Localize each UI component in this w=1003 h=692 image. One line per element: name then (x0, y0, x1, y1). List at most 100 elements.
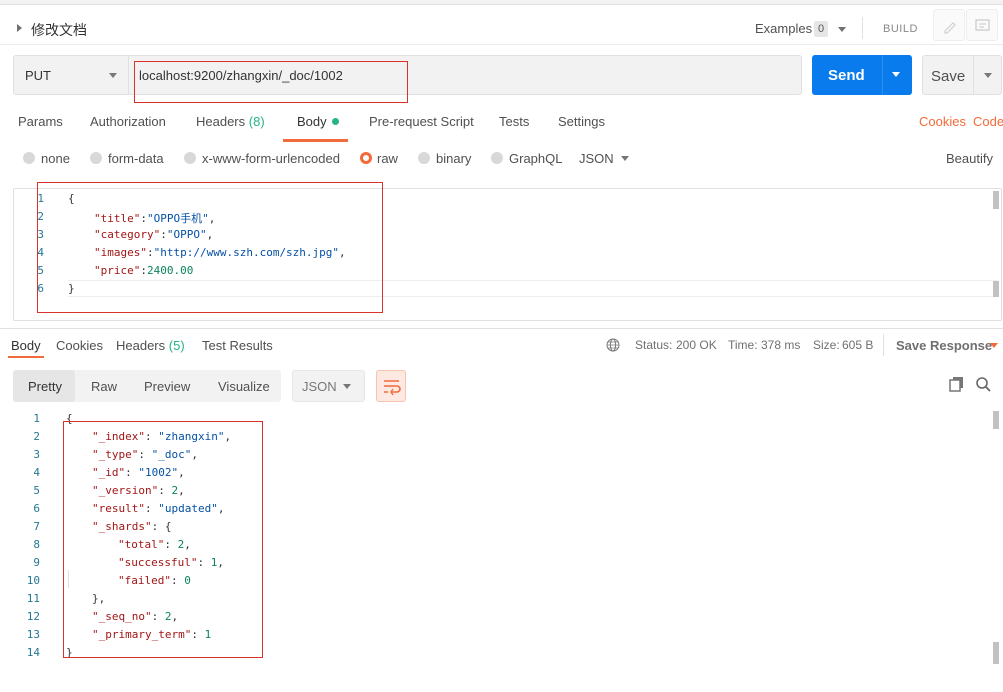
divider (0, 328, 1003, 329)
tab-settings[interactable]: Settings (558, 114, 605, 129)
examples-count-badge: 0 (814, 21, 828, 37)
line-number: 5 (33, 484, 40, 497)
line-number: 3 (33, 448, 40, 461)
beautify-link[interactable]: Beautify (946, 151, 993, 166)
tab-params[interactable]: Params (18, 114, 63, 129)
status-value: 200 OK (676, 338, 717, 352)
annotation-box-request-body (37, 182, 383, 313)
line-number: 13 (26, 628, 40, 641)
cookies-link[interactable]: Cookies (919, 114, 966, 129)
divider (883, 334, 884, 356)
chevron-down-icon (343, 384, 351, 389)
request-name[interactable]: 修改文档 (31, 20, 87, 40)
scrollbar[interactable] (993, 642, 999, 664)
body-indicator-dot (331, 118, 339, 125)
line-number: 14 (26, 646, 40, 659)
headers-count: (8) (248, 114, 265, 129)
chevron-down-icon (109, 73, 117, 78)
view-mode-preview[interactable]: Preview (144, 379, 190, 394)
line-number: 6 (33, 502, 40, 515)
chevron-down-icon[interactable] (892, 72, 900, 77)
wrap-lines-icon (384, 380, 401, 396)
view-mode-visualize[interactable]: Visualize (218, 379, 270, 394)
send-button[interactable]: Send (812, 55, 912, 95)
save-response-button[interactable]: Save Response (896, 338, 992, 353)
response-tab-cookies[interactable]: Cookies (56, 338, 103, 353)
build-button[interactable]: BUILD (883, 23, 918, 35)
response-tab-headers[interactable]: Headers (5) (116, 338, 185, 353)
tab-authorization[interactable]: Authorization (90, 114, 166, 129)
response-format-select[interactable]: JSON (292, 370, 365, 402)
scrollbar[interactable] (993, 411, 999, 429)
radio-form-data-label[interactable]: form-data (108, 151, 164, 166)
line-number: 12 (26, 610, 40, 623)
view-mode-pretty[interactable]: Pretty (28, 379, 62, 394)
annotation-box-url (134, 61, 408, 103)
method-label: PUT (25, 68, 51, 83)
scrollbar[interactable] (993, 191, 999, 209)
chevron-down-icon[interactable] (984, 73, 992, 78)
radio-urlencoded-label[interactable]: x-www-form-urlencoded (202, 151, 340, 166)
radio-binary[interactable] (418, 152, 430, 164)
radio-raw-label[interactable]: raw (377, 151, 398, 166)
response-tab-test-results[interactable]: Test Results (202, 338, 273, 353)
radio-urlencoded[interactable] (184, 152, 196, 164)
line-number: 2 (33, 430, 40, 443)
comment-icon (975, 19, 990, 31)
comments-button[interactable] (966, 9, 998, 41)
time-value: 378 ms (761, 338, 801, 352)
tab-headers-label: Headers (196, 114, 246, 129)
time-label: Time: (728, 338, 758, 352)
view-mode-toggle: Pretty Raw Preview Visualize (13, 370, 281, 402)
chevron-down-icon[interactable] (990, 343, 998, 348)
send-label: Send (828, 67, 865, 84)
search-icon[interactable] (975, 376, 991, 392)
line-number: 1 (33, 412, 40, 425)
response-format-label: JSON (302, 379, 337, 394)
response-tab-headers-label: Headers (116, 338, 166, 353)
line-number: 9 (33, 556, 40, 569)
wrap-lines-button[interactable] (376, 370, 406, 402)
request-title-bar: 修改文档 Examples 0 BUILD (0, 5, 1003, 45)
tab-headers[interactable]: Headers (8) (196, 114, 265, 129)
divider (882, 55, 883, 95)
response-tab-body[interactable]: Body (11, 338, 41, 353)
divider (862, 17, 863, 39)
active-tab-underline (8, 356, 44, 358)
save-label: Save (931, 68, 966, 85)
active-tab-underline (283, 139, 348, 142)
tab-pre-request-script[interactable]: Pre-request Script (369, 114, 474, 129)
annotation-box-response-body (63, 421, 263, 658)
radio-graphql[interactable] (491, 152, 503, 164)
method-select[interactable]: PUT (13, 55, 129, 95)
examples-label[interactable]: Examples (755, 21, 812, 36)
radio-none[interactable] (23, 152, 35, 164)
chevron-down-icon[interactable] (621, 156, 629, 161)
globe-icon[interactable] (605, 337, 621, 353)
status-label: Status: (635, 338, 673, 352)
scrollbar[interactable] (993, 281, 999, 297)
pencil-icon (944, 22, 956, 34)
line-number: 11 (26, 592, 40, 605)
radio-binary-label[interactable]: binary (436, 151, 471, 166)
radio-graphql-label[interactable]: GraphQL (509, 151, 562, 166)
copy-icon[interactable] (949, 376, 965, 392)
line-number: 7 (33, 520, 40, 533)
radio-none-label[interactable]: none (41, 151, 70, 166)
size-value: 605 B (842, 338, 874, 352)
response-headers-count: (5) (168, 338, 185, 353)
body-format-select[interactable]: JSON (579, 151, 614, 166)
divider (973, 56, 974, 94)
tab-tests[interactable]: Tests (499, 114, 529, 129)
tab-body[interactable]: Body (297, 114, 339, 129)
save-button[interactable]: Save (922, 55, 1002, 95)
edit-button[interactable] (933, 9, 965, 41)
size-label: Size: (813, 338, 840, 352)
radio-raw[interactable] (360, 152, 372, 164)
examples-caret-icon[interactable] (838, 27, 846, 32)
code-link[interactable]: Code (973, 114, 1003, 129)
expand-triangle-icon[interactable] (17, 24, 22, 32)
radio-form-data[interactable] (90, 152, 102, 164)
line-number: 4 (33, 466, 40, 479)
view-mode-raw[interactable]: Raw (91, 379, 117, 394)
